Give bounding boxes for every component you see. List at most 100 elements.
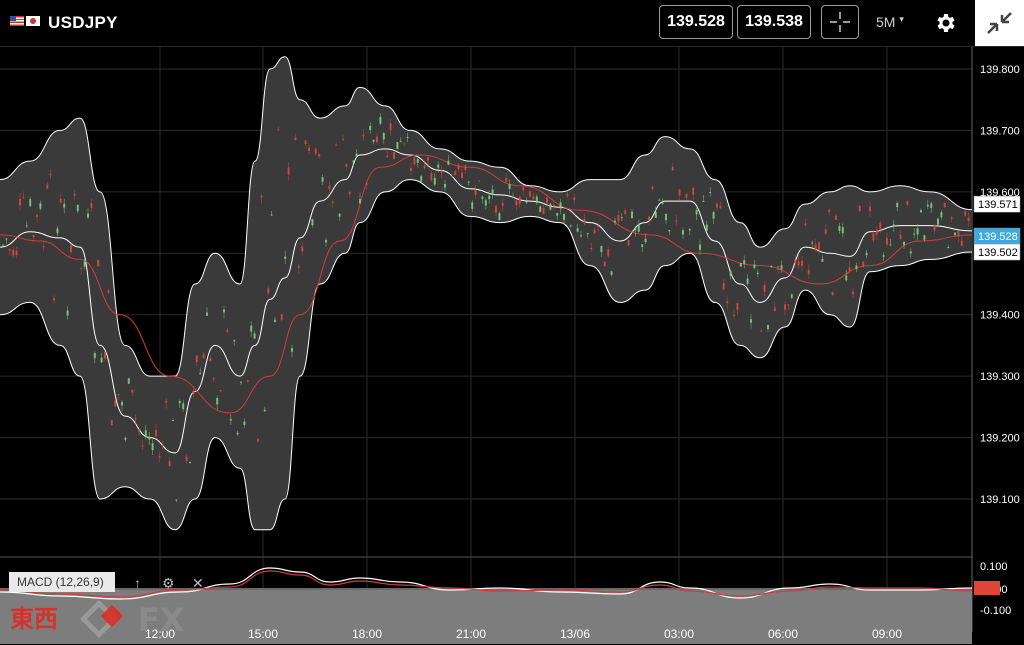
japan-flag-icon [26,16,40,26]
candle-body [410,168,412,171]
currency-flags [10,16,40,26]
candle-body [943,202,946,208]
candle-body [423,165,426,169]
current-price-label: 139.528 [978,231,1018,243]
candle-body [314,148,317,154]
candle-body [947,246,950,248]
candle-body [495,205,497,213]
candle-body [753,264,756,269]
bid-price-button[interactable]: 139.528 [659,5,733,39]
candle-body [369,125,372,131]
candle-body [695,209,698,215]
candle-body [767,324,769,330]
symbol-title[interactable]: USDJPY [48,13,118,33]
upper-band-price-label: 139.571 [978,199,1018,211]
price-chart[interactable]: 139.800139.700139.600139.500139.400139.3… [0,0,1024,644]
candle-body [355,153,358,157]
timeframe-dropdown[interactable]: 5M ▾ [876,14,904,30]
candle-body [644,238,647,243]
candle-body [733,314,735,316]
candle-body [209,357,212,361]
gear-icon[interactable] [934,11,958,35]
candle-body [651,186,654,189]
candle-body [784,304,786,310]
candle-body [478,180,480,182]
candle-body [736,303,739,310]
candle-body [127,378,130,384]
candle-body [15,250,18,256]
x-tick-label: 15:00 [248,627,278,641]
candle-body [926,204,929,207]
candle-body [93,352,96,359]
candle-body [229,419,232,421]
candle-body [835,215,837,220]
arrow-up-icon[interactable]: ↑ [134,575,141,591]
candle-body [855,265,858,270]
candle-body [250,325,253,332]
candle-body [175,499,178,501]
candle-body [569,225,572,227]
macd-y-tick-label: 0.100 [980,561,1008,573]
candle-body [705,224,708,231]
candle-body [610,271,613,275]
candle-body [896,202,899,208]
candle-body [930,203,933,209]
close-icon[interactable]: ✕ [192,575,204,592]
candle-body [923,235,926,240]
candle-body [654,212,657,218]
candle-body [287,167,290,175]
candle-body [542,208,545,215]
candle-body [559,202,562,209]
candle-body [393,152,395,159]
candle-body [600,245,603,252]
candle-body [593,229,596,234]
candle-body [440,170,443,174]
candle-body [916,228,919,235]
candle-body [937,218,939,225]
candle-body [709,191,712,194]
ask-price-button[interactable]: 139.538 [737,5,811,39]
candle-body [549,203,552,210]
candle-body [671,166,674,171]
candle-body [233,340,236,342]
candle-body [66,310,69,316]
crosshair-button[interactable] [821,5,859,39]
candle-body [807,269,810,275]
candle-body [413,157,416,165]
candle-body [59,198,62,203]
macd-value-marker [974,581,1000,595]
candle-body [335,144,338,146]
candle-body [950,217,953,219]
y-tick-label: 139.400 [980,310,1020,322]
indicator-settings-icon[interactable]: ⚙ [162,575,175,592]
candle-body [73,194,76,196]
y-tick-label: 139.200 [980,433,1020,445]
candle-body [770,265,773,268]
candle-body [658,199,661,201]
candle-body [661,201,664,204]
candle-body [39,203,42,209]
timeframe-label: 5M [876,14,896,30]
candle-body [161,444,164,446]
watermark-diamond-icon [79,599,124,639]
candle-body [192,390,195,395]
candle-body [875,230,878,235]
candle-body [294,137,297,141]
candle-body [682,230,684,235]
candle-body [892,224,895,227]
candle-body [257,439,259,442]
candle-body [641,244,644,247]
candle-body [498,213,501,221]
candle-body [787,304,790,306]
candle-body [280,314,283,320]
exit-fullscreen-button[interactable] [975,0,1024,46]
candle-body [274,319,276,322]
us-flag-icon [10,16,24,26]
macd-indicator-label[interactable]: MACD (12,26,9) [9,572,115,592]
candle-body [450,175,453,177]
candle-body [308,147,310,152]
candle-body [699,244,701,250]
candle-body [760,330,763,332]
candle-body [597,225,599,227]
candle-body [246,380,249,382]
